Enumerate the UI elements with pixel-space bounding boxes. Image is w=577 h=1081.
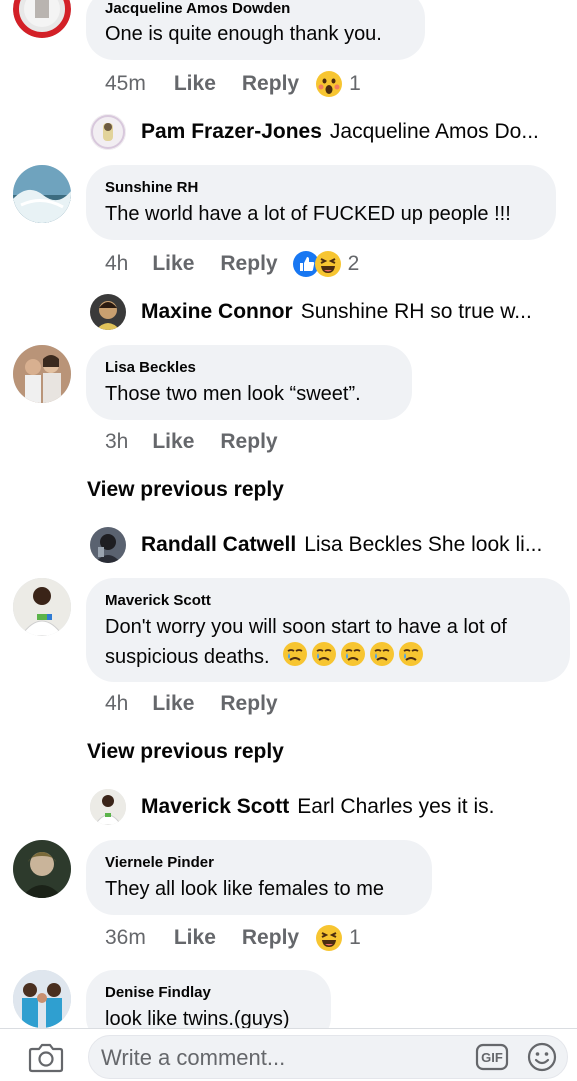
haha-reaction-icon[interactable] [315,924,343,952]
reply-author: Randall Catwell [141,533,297,556]
comment-actions: 4h Like Reply 2 [105,250,359,278]
avatar [90,114,126,150]
haha-reaction-icon[interactable] [314,250,342,278]
reply-button[interactable]: Reply [220,252,277,276]
comment-actions: 4h Like Reply [105,692,304,716]
comment-bubble: Viernele Pinder They all look like femal… [86,840,432,915]
avatar [90,294,126,330]
camera-icon[interactable] [28,1041,64,1073]
reply-text: Lisa Beckles She look li... [304,533,543,556]
reaction-count[interactable]: 1 [349,926,361,950]
avatar[interactable] [13,345,71,403]
reply-preview[interactable]: Maverick Scott Earl Charles yes it is. [90,787,560,827]
avatar [90,789,126,825]
reply-button[interactable]: Reply [220,692,277,716]
comment-text: look like twins.(guys) [105,1008,290,1028]
crying-face-icon [341,642,366,666]
reply-preview[interactable]: Randall Catwell Lisa Beckles She look li… [90,525,560,565]
comment-composer: Write a comment... GIF [0,1028,577,1081]
comment-time[interactable]: 36m [105,926,146,950]
comment-bubble: Jacqueline Amos Dowden One is quite enou… [86,0,425,60]
comment-thread: Jacqueline Amos Dowden One is quite enou… [0,0,577,1028]
comment-text: Those two men look “sweet”. [105,383,361,405]
like-button[interactable]: Like [152,692,194,716]
avatar[interactable] [13,840,71,898]
comment-text: The world have a lot of FUCKED up people… [105,203,511,225]
reply-text: Earl Charles yes it is. [297,795,495,818]
comment-text: suspicious deaths. [105,641,424,672]
comment-author[interactable]: Denise Findlay [105,984,211,1001]
comment-text: Don't worry you will soon start to have … [105,616,507,638]
comment-author[interactable]: Sunshine RH [105,179,198,196]
reply-button[interactable]: Reply [220,430,277,454]
reply-preview[interactable]: Maxine Connor Sunshine RH so true w... [90,292,560,332]
comment-bubble: Lisa Beckles Those two men look “sweet”. [86,345,412,420]
reply-author: Pam Frazer-Jones [141,120,322,143]
comment-text: One is quite enough thank you. [105,23,382,45]
comment-time[interactable]: 4h [105,252,128,276]
reply-button[interactable]: Reply [242,72,299,96]
avatar[interactable] [13,165,71,223]
reply-author: Maxine Connor [141,300,293,323]
comment-actions: 36m Like Reply 1 [105,924,361,952]
comment-time[interactable]: 45m [105,72,146,96]
comment-author[interactable]: Lisa Beckles [105,359,196,376]
crying-face-icon [283,642,308,666]
crying-face-icon [312,642,337,666]
like-button[interactable]: Like [174,926,216,950]
comment-bubble: Sunshine RH The world have a lot of FUCK… [86,165,556,240]
comment-actions: 45m Like Reply 1 [105,70,361,98]
like-button[interactable]: Like [174,72,216,96]
comment-text: They all look like females to me [105,878,385,900]
comment-actions: 3h Like Reply [105,430,304,454]
emoji-picker-icon[interactable] [527,1042,557,1072]
like-button[interactable]: Like [152,430,194,454]
avatar[interactable] [13,970,71,1028]
avatar [90,527,126,563]
comment-text-line: suspicious deaths. [105,646,270,668]
view-previous-reply-link[interactable]: View previous reply [87,740,284,764]
comment-author[interactable]: Maverick Scott [105,592,211,609]
crying-emoji-group [279,642,424,668]
comment-time[interactable]: 3h [105,430,128,454]
comment-bubble: Denise Findlay look like twins.(guys) [86,970,331,1028]
reply-text: Sunshine RH so true w... [300,300,532,323]
like-button[interactable]: Like [152,252,194,276]
reply-text: Jacqueline Amos Do... [329,120,539,143]
reply-preview[interactable]: Pam Frazer-Jones Jacqueline Amos Do... [90,112,560,152]
crying-face-icon [399,642,424,666]
avatar[interactable] [13,578,71,636]
comment-input-placeholder: Write a comment... [101,1045,286,1070]
view-previous-reply-link[interactable]: View previous reply [87,478,284,502]
comment-author[interactable]: Jacqueline Amos Dowden [105,0,290,17]
wow-reaction-icon[interactable] [315,70,343,98]
reaction-count[interactable]: 1 [349,72,361,96]
reaction-count[interactable]: 2 [348,252,360,276]
reply-button[interactable]: Reply [242,926,299,950]
reply-author: Maverick Scott [141,795,290,818]
avatar[interactable] [13,0,71,38]
gif-label: GIF [481,1050,503,1065]
crying-face-icon [370,642,395,666]
comment-time[interactable]: 4h [105,692,128,716]
comment-author[interactable]: Viernele Pinder [105,854,214,871]
comment-bubble: Maverick Scott Don't worry you will soon… [86,578,570,682]
comment-input[interactable]: Write a comment... GIF [88,1035,568,1079]
gif-button[interactable]: GIF [475,1043,509,1071]
